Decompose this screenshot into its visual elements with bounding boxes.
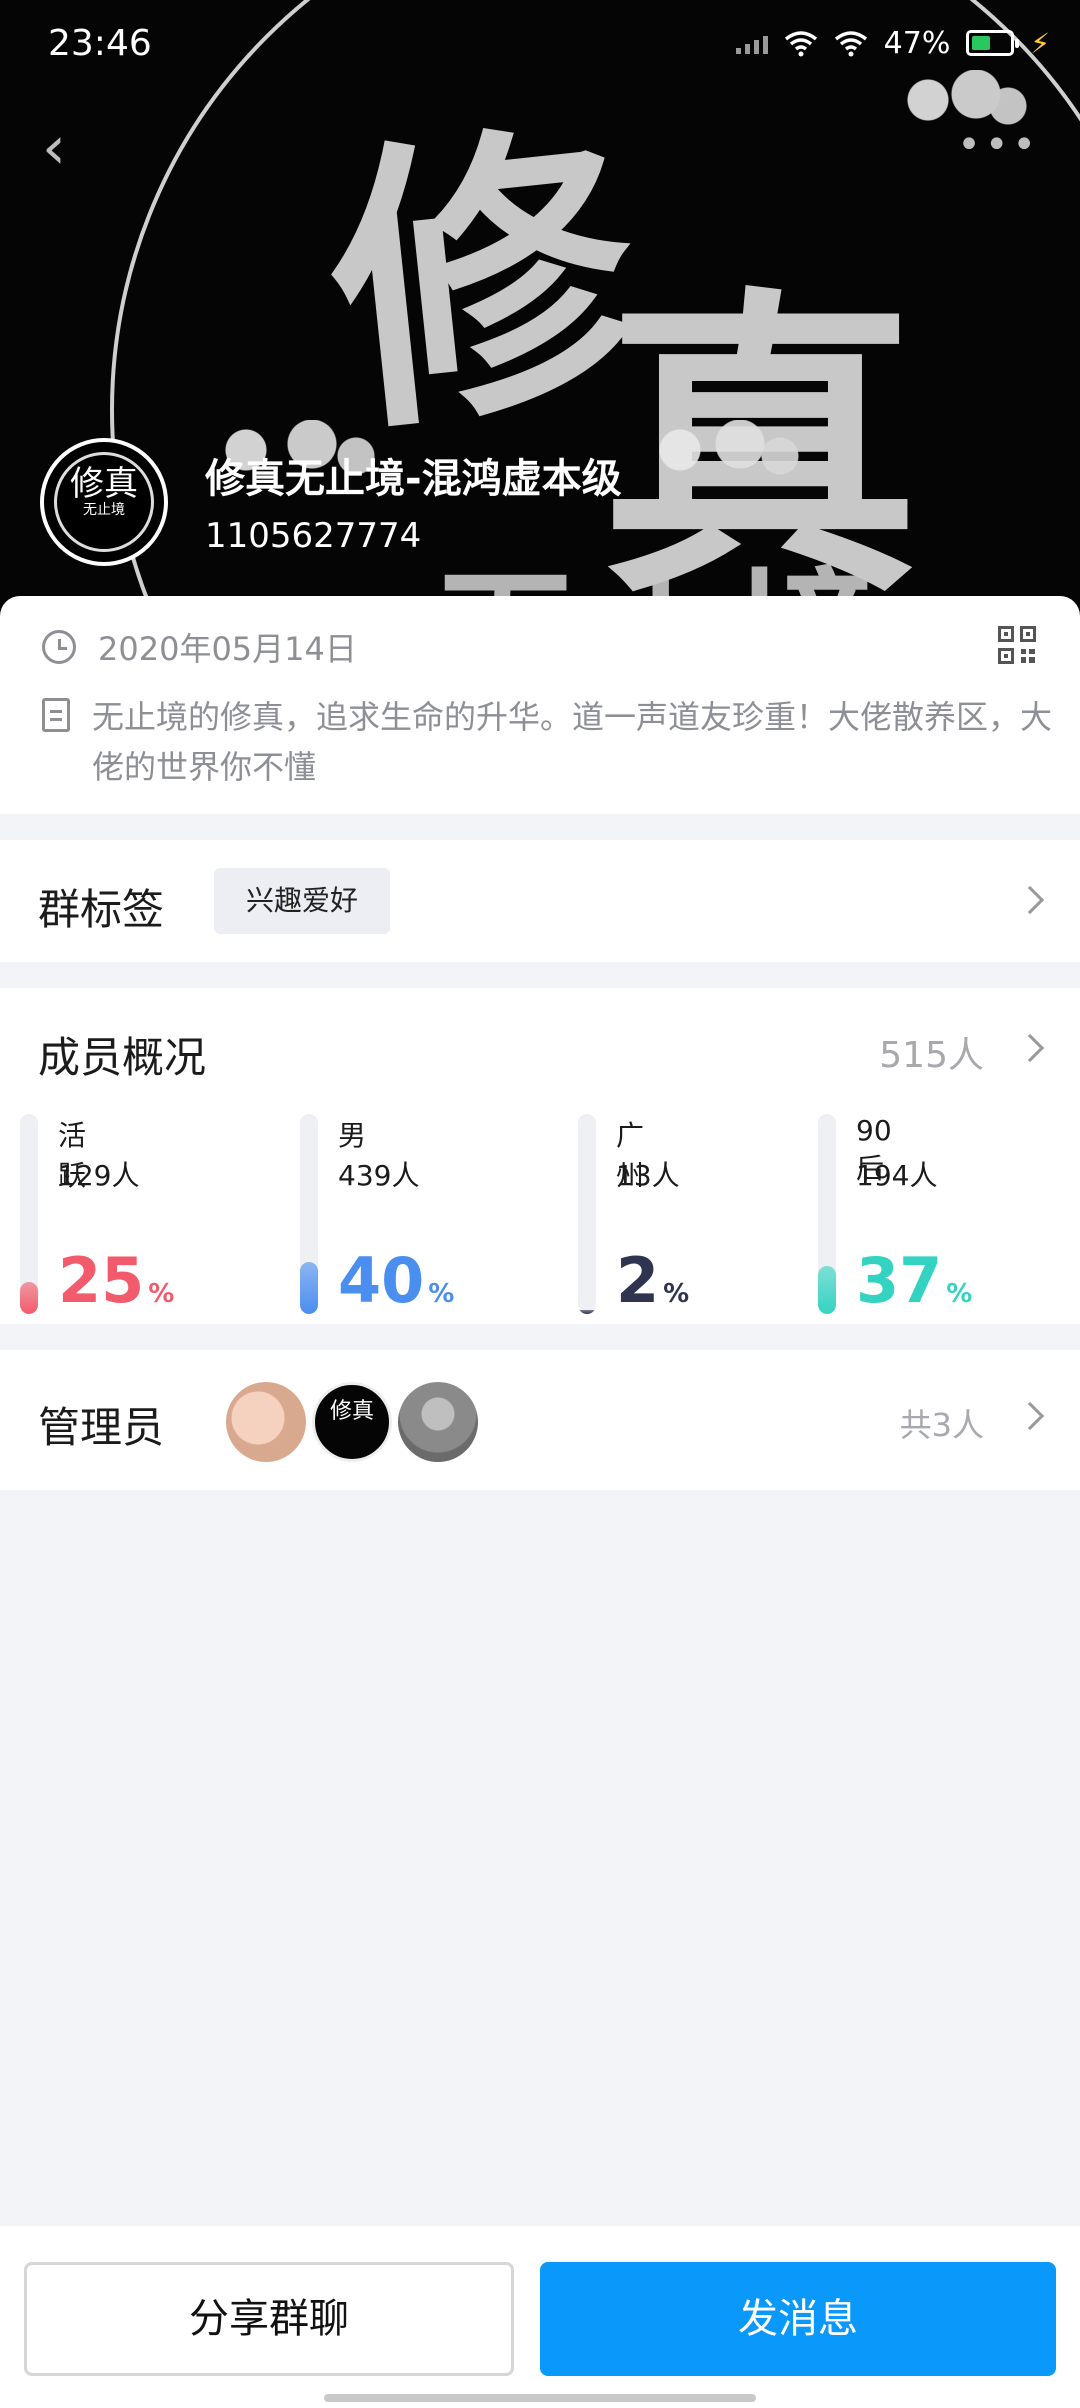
stat-percent: 37%: [856, 1244, 973, 1317]
qr-code-icon[interactable]: [998, 626, 1036, 664]
admins-row[interactable]: 管理员 修真 共3人: [0, 1350, 1080, 1490]
created-date-row: 2020年05月14日: [42, 624, 357, 670]
member-count: 515人: [879, 1035, 984, 1076]
stat-percent: 2%: [616, 1244, 690, 1317]
wifi-icon: [784, 31, 817, 57]
more-icon[interactable]: •••: [957, 122, 1040, 168]
stat-percent: 25%: [58, 1244, 175, 1317]
send-message-button[interactable]: 发消息: [540, 2262, 1056, 2376]
stat-bar-track: [20, 1114, 38, 1314]
description-row: 无止境的修真，追求生命的升华。道一声道友珍重！大佬散养区，大佬的世界你不懂: [42, 692, 1052, 792]
avatar[interactable]: 修真: [312, 1382, 392, 1462]
stat-label: 男: [338, 1119, 367, 1152]
battery-icon: [966, 30, 1020, 56]
signal-icon: [735, 32, 768, 54]
admin-avatars: 修真: [226, 1382, 478, 1462]
members-title: 成员概况: [38, 1033, 207, 1082]
stat-count: 13人: [616, 1159, 680, 1192]
stat-bar-fill: [818, 1266, 836, 1314]
status-time: 23:46: [48, 22, 152, 64]
status-bar: 23:46 47% ⚡: [0, 0, 1080, 86]
stat-bar-track: [818, 1114, 836, 1314]
chevron-right-icon: [1015, 1401, 1045, 1431]
admins-title: 管理员: [38, 1403, 165, 1452]
admin-count: 共3人: [899, 1406, 984, 1444]
cloud-decoration: [620, 420, 820, 480]
stat-count: 129人: [58, 1159, 140, 1192]
status-icons: 47% ⚡: [735, 25, 1050, 61]
stat-bar-track: [300, 1114, 318, 1314]
created-date: 2020年05月14日: [98, 630, 357, 668]
chevron-right-icon: [1015, 1033, 1045, 1063]
document-icon: [42, 698, 70, 732]
group-id: 1105627774: [205, 516, 422, 556]
group-header: 修 真 无止境 23:46 47%: [0, 0, 1080, 620]
stat-count: 194人: [856, 1159, 938, 1192]
group-name: 修真无止境-混鸿虚本级: [205, 456, 622, 502]
group-description: 无止境的修真，追求生命的升华。道一声道友珍重！大佬散养区，大佬的世界你不懂: [92, 698, 1053, 786]
stat-bar-fill: [20, 1282, 38, 1314]
stat-bar-fill: [300, 1262, 318, 1314]
stat-bar-fill: [578, 1310, 596, 1314]
tag-chip[interactable]: 兴趣爱好: [214, 868, 391, 934]
wifi-icon: [834, 31, 867, 57]
share-group-button[interactable]: 分享群聊: [24, 2262, 514, 2376]
back-icon[interactable]: ‹: [42, 118, 102, 178]
members-overview[interactable]: 成员概况 515人 活跃 129人 25% 男 439人 40% 广州 13人 …: [0, 988, 1080, 1324]
battery-percent: 47%: [883, 25, 951, 61]
group-info-card: 2020年05月14日 无止境的修真，追求生命的升华。道一声道友珍重！大佬散养区…: [0, 596, 1080, 814]
clock-icon: [42, 630, 76, 664]
stat-count: 439人: [338, 1159, 420, 1192]
chevron-right-icon: [1015, 885, 1045, 915]
tags-title: 群标签: [38, 885, 165, 934]
group-tags-row[interactable]: 群标签 兴趣爱好: [0, 840, 1080, 962]
avatar[interactable]: [398, 1382, 478, 1462]
avatar[interactable]: [226, 1382, 306, 1462]
charging-icon: ⚡: [1030, 26, 1050, 60]
bottom-action-bar: 分享群聊 发消息: [0, 2226, 1080, 2408]
group-avatar[interactable]: 修真 无止境: [40, 438, 168, 566]
group-avatar-text: 修真: [70, 464, 138, 504]
battery-level: [972, 36, 991, 50]
stat-percent: 40%: [338, 1244, 455, 1317]
home-indicator[interactable]: [324, 2394, 756, 2402]
stat-bar-track: [578, 1114, 596, 1314]
